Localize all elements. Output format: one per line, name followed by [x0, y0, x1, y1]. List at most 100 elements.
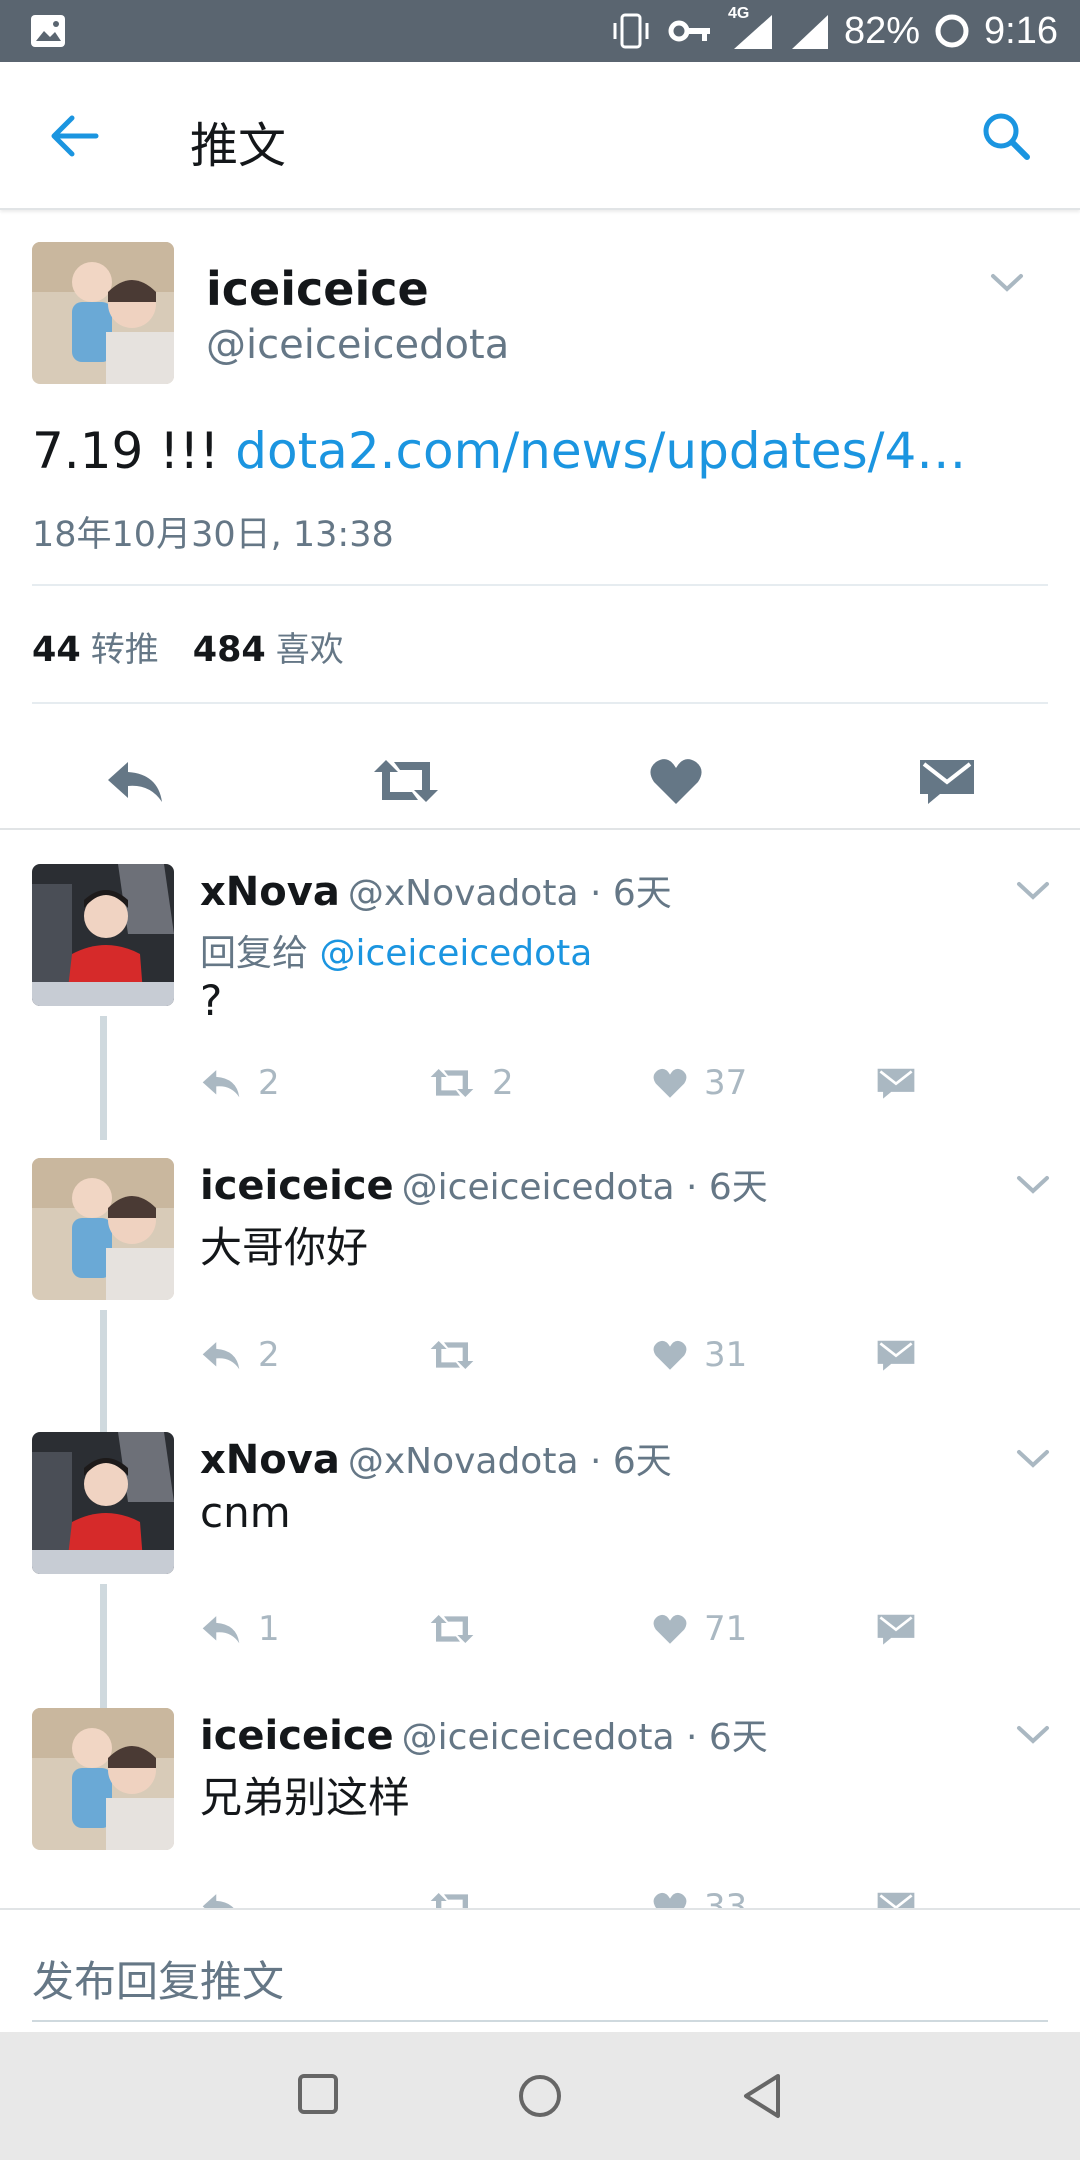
- retweet-label: 转推: [90, 630, 159, 670]
- reply-tweet[interactable]: iceiceice @iceiceicedota · 6天 大哥你好 2 31: [0, 1158, 1080, 1434]
- like-count: 33: [704, 1887, 748, 1908]
- recents-square-icon[interactable]: [296, 2072, 340, 2120]
- like-count: 37: [704, 1063, 748, 1103]
- reply-author-handle[interactable]: @xNovadota · 6天: [348, 873, 672, 914]
- retweet-icon[interactable]: [370, 756, 442, 806]
- reply-text: 大哥你好: [200, 1223, 369, 1272]
- like-action[interactable]: 37: [652, 1058, 747, 1108]
- avatar[interactable]: [32, 1708, 174, 1850]
- battery-ring-icon: [934, 13, 970, 49]
- home-circle-icon[interactable]: [516, 2072, 564, 2124]
- author-handle[interactable]: @iceiceicedota: [206, 322, 509, 368]
- reply-header: iceiceice @iceiceicedota · 6天: [200, 1708, 768, 1760]
- chevron-down-icon[interactable]: [1016, 1448, 1050, 1470]
- heart-icon: [653, 1068, 687, 1098]
- reply-actions: 2 2 37: [0, 1058, 1080, 1108]
- reply-action[interactable]: [200, 1882, 258, 1908]
- reply-author-name[interactable]: iceiceice: [200, 1713, 394, 1759]
- main-tweet: iceiceice @iceiceicedota 7.19 !!! dota2.…: [0, 212, 1080, 828]
- vpn-key-icon: [668, 16, 712, 46]
- reply-header: iceiceice @iceiceicedota · 6天: [200, 1158, 768, 1210]
- direct-message-icon: [877, 1340, 915, 1371]
- divider: [32, 702, 1048, 704]
- retweet-action[interactable]: [428, 1882, 492, 1908]
- like-count: 71: [704, 1609, 748, 1649]
- heart-icon: [653, 1614, 687, 1644]
- author-name[interactable]: iceiceice: [206, 262, 429, 316]
- reply-tweet[interactable]: iceiceice @iceiceicedota · 6天 兄弟别这样 33: [0, 1708, 1080, 1908]
- reply-actions: 1 71: [0, 1604, 1080, 1654]
- retweet-icon: [430, 1341, 474, 1369]
- reply-icon: [202, 1342, 240, 1370]
- replying-to-handle[interactable]: @iceiceicedota: [319, 933, 592, 974]
- chevron-down-icon[interactable]: [990, 272, 1024, 294]
- tweet-link[interactable]: dota2.com/news/updates/4…: [235, 422, 966, 480]
- direct-message-icon: [877, 1614, 915, 1645]
- dm-action[interactable]: [876, 1058, 916, 1108]
- avatar[interactable]: [32, 864, 174, 1006]
- reply-author-name[interactable]: xNova: [200, 869, 340, 915]
- dm-action[interactable]: [876, 1330, 916, 1380]
- chevron-down-icon[interactable]: [1016, 1174, 1050, 1196]
- status-bar: 4G 82% 9:16: [0, 0, 1080, 62]
- retweet-action[interactable]: [428, 1330, 492, 1380]
- reply-author-handle[interactable]: @xNovadota · 6天: [348, 1441, 672, 1482]
- reply-icon: [202, 1070, 240, 1098]
- avatar[interactable]: [32, 1432, 174, 1574]
- chevron-down-icon[interactable]: [1016, 880, 1050, 902]
- reply-count: 2: [258, 1063, 280, 1103]
- heart-icon[interactable]: [648, 756, 704, 806]
- reply-count: 2: [258, 1335, 280, 1375]
- reply-input[interactable]: 发布回复推文: [32, 1948, 284, 2009]
- vibrate-icon: [608, 11, 654, 51]
- input-underline: [32, 2020, 1048, 2022]
- reply-icon: [202, 1894, 234, 1908]
- direct-message-icon: [877, 1068, 915, 1099]
- back-triangle-icon[interactable]: [740, 2072, 784, 2124]
- reply-author-handle[interactable]: @iceiceicedota · 6天: [402, 1167, 768, 1208]
- back-arrow-icon[interactable]: [46, 112, 102, 160]
- divider: [32, 584, 1048, 586]
- like-action[interactable]: 33: [652, 1882, 747, 1908]
- reply-action[interactable]: 1: [200, 1604, 280, 1654]
- cell-signal-icon: 4G: [726, 5, 776, 51]
- like-action[interactable]: 71: [652, 1604, 747, 1654]
- dm-action[interactable]: [876, 1882, 916, 1908]
- reply-tweet[interactable]: xNova @xNovadota · 6天 回复给 @iceiceicedota …: [0, 864, 1080, 1140]
- retweet-count: 2: [492, 1063, 514, 1103]
- battery-percent: 82%: [843, 9, 921, 52]
- reply-count: 1: [258, 1609, 280, 1649]
- retweet-icon: [430, 1615, 474, 1643]
- reply-icon[interactable]: [104, 756, 166, 806]
- like-stat[interactable]: 484 喜欢: [193, 622, 344, 671]
- replying-to: 回复给 @iceiceicedota: [200, 924, 592, 976]
- heart-icon: [653, 1892, 687, 1908]
- reply-author-name[interactable]: xNova: [200, 1437, 340, 1483]
- wifi-signal-icon: [790, 11, 830, 51]
- network-type: 4G: [727, 5, 750, 22]
- reply-action[interactable]: 2: [200, 1058, 280, 1108]
- like-action[interactable]: 31: [652, 1330, 747, 1380]
- tweet-text-prefix: 7.19 !!!: [32, 422, 236, 480]
- reply-author-handle[interactable]: @iceiceicedota · 6天: [402, 1717, 768, 1758]
- retweet-action[interactable]: 2: [428, 1058, 514, 1108]
- reply-text: ?: [200, 976, 223, 1025]
- direct-message-icon[interactable]: [918, 756, 976, 806]
- avatar[interactable]: [32, 1158, 174, 1300]
- reply-tweet[interactable]: xNova @xNovadota · 6天 cnm 1 71: [0, 1432, 1080, 1708]
- reply-actions: 2 31: [0, 1330, 1080, 1380]
- chevron-down-icon[interactable]: [1016, 1724, 1050, 1746]
- tweet-text: 7.19 !!! dota2.com/news/updates/4…: [32, 422, 966, 480]
- dm-action[interactable]: [876, 1604, 916, 1654]
- avatar[interactable]: [32, 242, 174, 384]
- retweet-stat[interactable]: 44 转推: [32, 622, 159, 671]
- reply-author-name[interactable]: iceiceice: [200, 1163, 394, 1209]
- reply-action[interactable]: 2: [200, 1330, 280, 1380]
- replying-to-label: 回复给: [200, 933, 320, 974]
- reply-icon: [202, 1616, 240, 1644]
- reply-text: 兄弟别这样: [200, 1773, 411, 1822]
- retweet-action[interactable]: [428, 1604, 492, 1654]
- search-icon[interactable]: [980, 110, 1032, 162]
- reply-actions: 33: [0, 1882, 1080, 1908]
- retweet-icon: [430, 1893, 468, 1908]
